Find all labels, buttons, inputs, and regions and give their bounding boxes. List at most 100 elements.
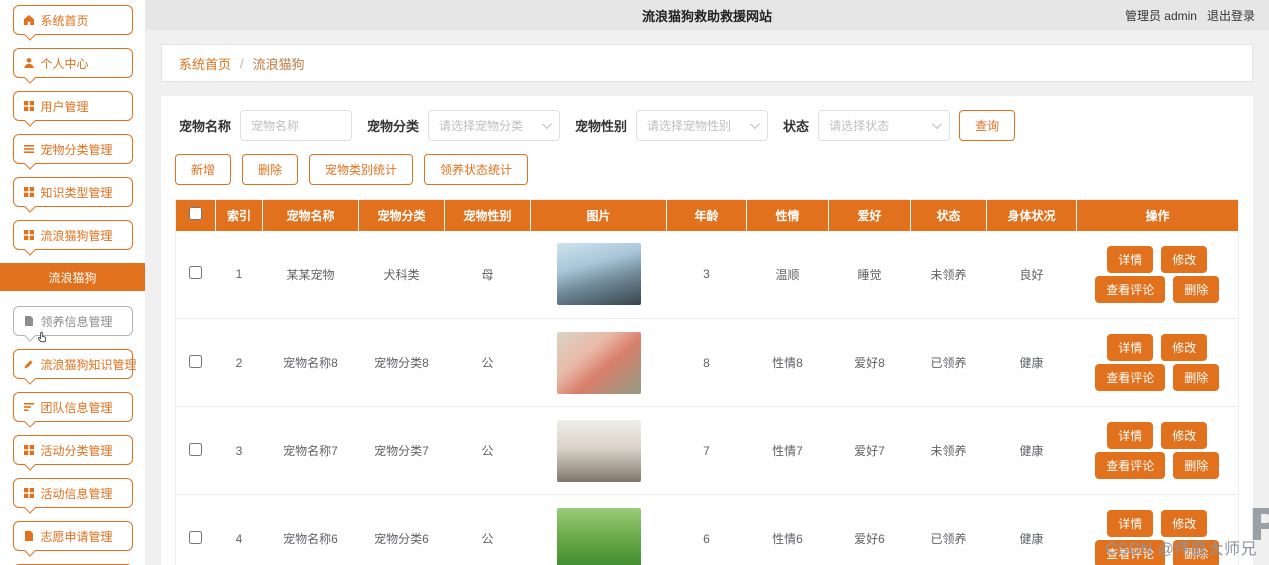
row-checkbox[interactable]: [189, 442, 203, 456]
cell-image: [530, 494, 667, 565]
sort-icon: [23, 401, 35, 413]
pet-photo: [556, 419, 641, 482]
grid-icon: [23, 487, 35, 499]
sidebar-item-stray-manage[interactable]: 流浪猫狗管理: [12, 220, 133, 250]
app-root: 系统首页 个人中心 用户管理 宠物分类管理 知识类型管理 流浪猫狗管理 流浪猫狗: [0, 0, 1269, 565]
home-icon: [23, 14, 35, 26]
sidebar-item-pet-category[interactable]: 宠物分类管理: [12, 134, 133, 164]
cell-temperament: 性情8: [746, 318, 829, 407]
sidebar-item-label: 流浪猫狗知识管理: [40, 357, 137, 372]
col-health: 身体状况: [986, 199, 1077, 231]
sidebar: 系统首页 个人中心 用户管理 宠物分类管理 知识类型管理 流浪猫狗管理 流浪猫狗: [0, 0, 145, 565]
view-comments-button[interactable]: 查看评论: [1095, 452, 1166, 479]
pet-photo: [556, 331, 641, 394]
cell-status: 已领养: [910, 494, 987, 565]
breadcrumb-home[interactable]: 系统首页: [179, 54, 231, 73]
table-row: 3 宠物名称7 宠物分类7 公 7 性情7 爱好7 未领养 健康 详情 修改 查…: [175, 406, 1239, 495]
pet-name-input[interactable]: [240, 110, 353, 141]
cell-pet-category: 犬科类: [358, 230, 445, 319]
detail-button[interactable]: 详情: [1107, 510, 1154, 537]
row-checkbox[interactable]: [189, 354, 203, 368]
category-stats-button[interactable]: 宠物类别统计: [309, 154, 414, 185]
sidebar-item-activity-category[interactable]: 活动分类管理: [12, 435, 133, 465]
detail-button[interactable]: 详情: [1107, 245, 1154, 273]
sidebar-item-activity-info[interactable]: 活动信息管理: [12, 478, 133, 508]
cell-status: 未领养: [910, 406, 987, 495]
edit-button[interactable]: 修改: [1161, 510, 1208, 537]
adoption-stats-button[interactable]: 领养状态统计: [424, 154, 529, 185]
add-button[interactable]: 新增: [175, 154, 232, 185]
cell-pet-gender: 公: [444, 406, 531, 495]
cell-pet-category: 宠物分类7: [358, 406, 445, 495]
delete-button[interactable]: 删除: [1173, 452, 1220, 479]
logout-link[interactable]: 退出登录: [1207, 7, 1255, 24]
pets-table: 索引 宠物名称 宠物分类 宠物性别 图片 年龄 性情 爱好 状态 身体状况 操作: [175, 199, 1239, 565]
sidebar-item-knowledge-type[interactable]: 知识类型管理: [12, 177, 133, 207]
row-checkbox[interactable]: [189, 266, 203, 280]
detail-button[interactable]: 详情: [1107, 334, 1154, 361]
cell-age: 8: [666, 318, 747, 407]
batch-delete-button[interactable]: 删除: [242, 154, 299, 185]
checkbox-cell: [175, 406, 216, 495]
cell-temperament: 温顺: [746, 230, 829, 319]
view-comments-button[interactable]: 查看评论: [1095, 275, 1166, 303]
sidebar-item-users[interactable]: 用户管理: [12, 91, 133, 121]
table-row: 4 宠物名称6 宠物分类6 公 6 性情6 爱好6 已领养 健康 详情 修改 查…: [175, 494, 1239, 565]
cell-pet-category: 宠物分类6: [358, 494, 445, 565]
cell-operations: 详情 修改 查看评论 删除: [1076, 406, 1239, 495]
pet-category-select-value: 请选择宠物分类: [439, 119, 524, 133]
sidebar-item-adoption-info[interactable]: 领养信息管理: [12, 306, 133, 343]
current-user: 管理员 admin: [1124, 8, 1197, 23]
sidebar-item-label: 用户管理: [40, 99, 89, 114]
sidebar-item-volunteer-apply[interactable]: 志愿申请管理: [12, 521, 133, 551]
cell-health: 健康: [986, 318, 1077, 407]
cell-image: [530, 230, 667, 319]
sidebar-item-profile[interactable]: 个人中心: [12, 48, 133, 78]
col-temperament: 性情: [746, 199, 829, 231]
edit-button[interactable]: 修改: [1161, 422, 1208, 449]
pet-gender-select[interactable]: 请选择宠物性别: [636, 110, 769, 141]
cell-operations: 详情 修改 查看评论 删除: [1076, 318, 1239, 407]
sidebar-item-team-info[interactable]: 团队信息管理: [12, 392, 133, 422]
cell-health: 健康: [986, 406, 1077, 495]
row-checkbox[interactable]: [189, 530, 203, 544]
edit-button[interactable]: 修改: [1161, 245, 1208, 273]
cell-status: 未领养: [910, 230, 987, 319]
table-row: 2 宠物名称8 宠物分类8 公 8 性情8 爱好8 已领养 健康 详情 修改 查…: [175, 318, 1239, 407]
cell-pet-name: 宠物名称7: [262, 406, 359, 495]
sidebar-item-label: 流浪猫狗: [48, 270, 97, 285]
edit-button[interactable]: 修改: [1161, 334, 1208, 361]
pet-category-label: 宠物分类: [367, 119, 420, 134]
table-header-row: 索引 宠物名称 宠物分类 宠物性别 图片 年龄 性情 爱好 状态 身体状况 操作: [175, 199, 1239, 231]
sidebar-item-stray-knowledge[interactable]: 流浪猫狗知识管理: [12, 349, 137, 379]
pet-category-select[interactable]: 请选择宠物分类: [428, 110, 561, 141]
sidebar-item-label: 流浪猫狗管理: [40, 228, 113, 243]
cell-image: [530, 318, 667, 407]
delete-button[interactable]: 删除: [1173, 364, 1220, 391]
cell-health: 良好: [986, 230, 1077, 319]
cell-temperament: 性情6: [746, 494, 829, 565]
cell-status: 已领养: [910, 318, 987, 407]
grid-icon: [23, 186, 35, 198]
sidebar-item-label: 活动信息管理: [40, 486, 113, 501]
list-icon: [23, 143, 35, 155]
doc-icon: [23, 530, 35, 542]
main-area: 流浪猫狗救助救援网站 管理员 admin 退出登录 系统首页 / 流浪猫狗 宠物…: [145, 0, 1269, 565]
checkbox-cell: [175, 494, 216, 565]
grid-icon: [23, 229, 35, 241]
pet-gender-select-value: 请选择宠物性别: [647, 119, 732, 133]
view-comments-button[interactable]: 查看评论: [1095, 364, 1166, 391]
pet-gender-label: 宠物性别: [575, 119, 628, 134]
col-operations: 操作: [1076, 199, 1239, 231]
select-all-checkbox[interactable]: [189, 207, 202, 221]
search-button[interactable]: 查询: [959, 110, 1016, 141]
sidebar-item-label: 活动分类管理: [40, 443, 113, 458]
sidebar-item-stray-pets-active[interactable]: 流浪猫狗: [0, 263, 145, 291]
breadcrumb: 系统首页 / 流浪猫狗: [161, 44, 1253, 82]
col-pet-gender: 宠物性别: [444, 199, 531, 231]
delete-button[interactable]: 删除: [1173, 275, 1220, 303]
sidebar-item-home[interactable]: 系统首页: [12, 5, 133, 35]
detail-button[interactable]: 详情: [1107, 422, 1154, 449]
pet-photo: [556, 507, 641, 565]
status-select[interactable]: 请选择状态: [818, 110, 951, 141]
